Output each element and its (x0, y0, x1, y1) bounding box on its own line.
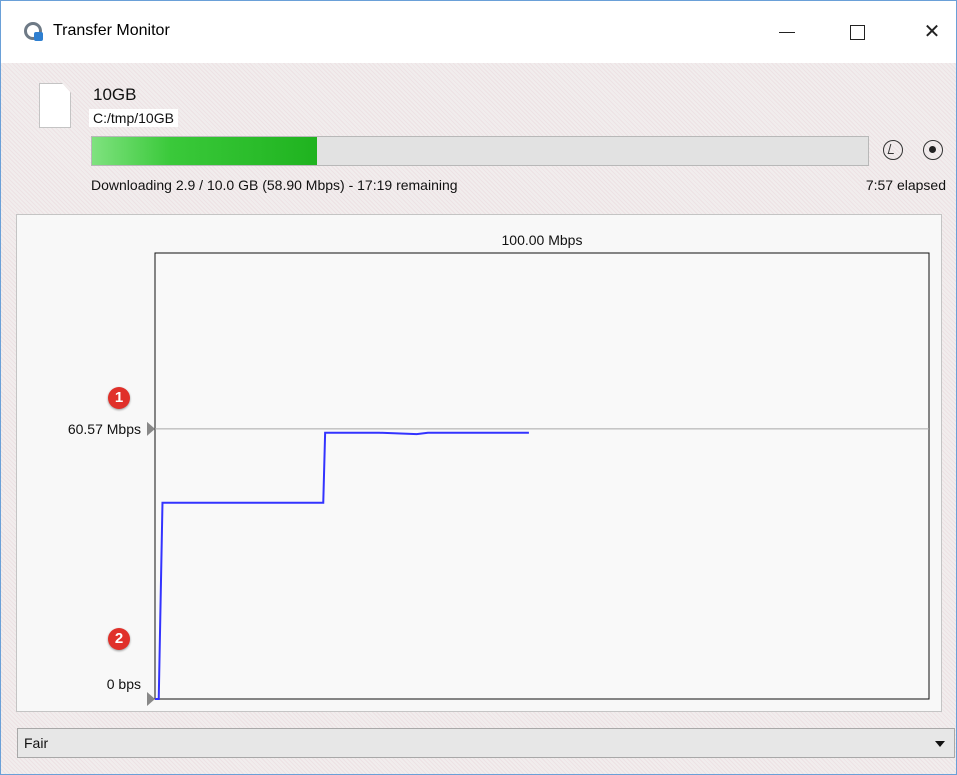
transfer-monitor-icon (24, 22, 43, 41)
file-name: 10GB (93, 85, 137, 104)
transfer-status: Downloading 2.9 / 10.0 GB (58.90 Mbps) -… (91, 177, 458, 193)
transfer-monitor-window: Transfer Monitor ✕ 10GB C:/tmp/10GB Down… (0, 0, 957, 775)
close-button[interactable]: ✕ (912, 15, 952, 49)
maximize-button[interactable] (837, 15, 877, 49)
min-speed-pointer (147, 692, 155, 706)
title-bar: Transfer Monitor ✕ (1, 1, 956, 63)
close-icon: ✕ (923, 21, 941, 43)
quality-selected-value: Fair (24, 735, 49, 751)
minimize-icon (779, 31, 795, 34)
current-speed-label: 60.57 Mbps (68, 421, 141, 437)
plot-area (154, 252, 930, 700)
progress-bar-fill (92, 137, 318, 165)
callout-marker-1: 1 (108, 387, 130, 409)
minimize-button[interactable] (767, 15, 807, 49)
bandwidth-chart-svg: 100.00 Mbps 60.57 Mbps 0 bps (68, 232, 930, 706)
quality-dropdown[interactable]: Fair (17, 728, 955, 758)
chevron-down-icon (935, 741, 945, 747)
file-path: C:/tmp/10GB (89, 109, 178, 127)
current-speed-pointer (147, 421, 155, 436)
stop-icon[interactable] (923, 140, 943, 160)
window-title: Transfer Monitor (53, 22, 170, 39)
bandwidth-graph: 100.00 Mbps 60.57 Mbps 0 bps (16, 214, 942, 712)
min-speed-label: 0 bps (107, 676, 141, 692)
max-speed-label: 100.00 Mbps (502, 232, 583, 248)
maximize-icon (849, 25, 865, 41)
speed-limit-icon[interactable] (883, 140, 903, 160)
file-icon (39, 83, 71, 128)
callout-marker-2: 2 (108, 628, 130, 650)
elapsed-time: 7:57 elapsed (865, 177, 946, 193)
progress-bar (91, 136, 869, 166)
